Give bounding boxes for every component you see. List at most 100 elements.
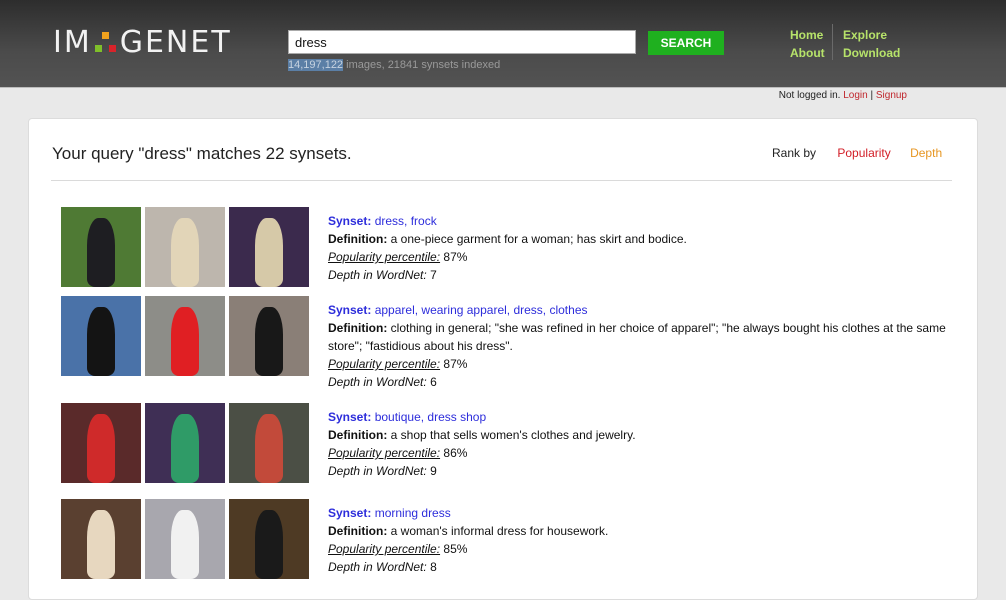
popularity-label[interactable]: Popularity percentile: (328, 542, 440, 556)
nav-explore-link[interactable]: Explore (843, 26, 900, 44)
rank-by-label: Rank by (772, 146, 817, 160)
rank-by-controls: Rank by Popularity Depth (772, 146, 942, 160)
result-thumbnail[interactable] (229, 207, 309, 287)
nav-about-link[interactable]: About (790, 44, 825, 62)
nav-right: Explore Download (843, 26, 900, 62)
login-separator: | (867, 90, 876, 101)
index-stats: 14,197,122 images, 21841 synsets indexed (288, 59, 500, 71)
thumbnail-figure (170, 218, 200, 287)
thumbnail-figure (254, 218, 284, 287)
result-thumbnails (61, 499, 309, 579)
thumbnail-figure (86, 414, 116, 483)
nav-download-link[interactable]: Download (843, 44, 900, 62)
definition-text: a shop that sells women's clothes and je… (390, 428, 636, 442)
top-header: IM GENET SEARCH 14,197,122 images, 21841… (0, 0, 1006, 88)
definition-line: Definition: a woman's informal dress for… (328, 522, 958, 540)
logo-mark-icon (94, 28, 117, 56)
popularity-value: 87% (443, 357, 468, 371)
header-divider (51, 180, 952, 181)
depth-label: Depth in WordNet: (328, 375, 427, 389)
signup-link[interactable]: Signup (876, 90, 907, 101)
result-thumbnail[interactable] (145, 296, 225, 376)
thumbnail-figure (86, 307, 116, 376)
stats-rest: images, 21841 synsets indexed (343, 59, 501, 71)
rank-popularity-link[interactable]: Popularity (837, 146, 890, 160)
search-input[interactable] (288, 30, 636, 54)
result-thumbnail[interactable] (145, 499, 225, 579)
result-thumbnail[interactable] (145, 207, 225, 287)
nav-left: Home About (790, 26, 825, 62)
synset-label[interactable]: Synset: (328, 303, 371, 317)
popularity-label[interactable]: Popularity percentile: (328, 446, 440, 460)
definition-text: a one-piece garment for a woman; has ski… (390, 232, 687, 246)
thumbnail-figure (170, 414, 200, 483)
result-thumbnail[interactable] (145, 403, 225, 483)
thumbnail-figure (254, 307, 284, 376)
result-thumbnails (61, 403, 309, 483)
result-thumbnail[interactable] (229, 296, 309, 376)
depth-value: 8 (430, 560, 437, 574)
depth-line: Depth in WordNet: 7 (328, 266, 958, 284)
login-link[interactable]: Login (843, 90, 867, 101)
popularity-value: 86% (443, 446, 468, 460)
synset-line: Synset: morning dress (328, 504, 958, 522)
popularity-label[interactable]: Popularity percentile: (328, 357, 440, 371)
logo-text-left: IM (53, 24, 92, 60)
image-count: 14,197,122 (288, 59, 344, 71)
synset-link[interactable]: dress, frock (375, 214, 437, 228)
login-status: Not logged in. Login | Signup (779, 90, 907, 101)
definition-line: Definition: a shop that sells women's cl… (328, 426, 958, 444)
thumbnail-figure (86, 218, 116, 287)
result-thumbnails (61, 296, 309, 376)
thumbnail-figure (86, 510, 116, 579)
thumbnail-figure (170, 510, 200, 579)
definition-label: Definition: (328, 232, 388, 246)
result-info: Synset: morning dress Definition: a woman… (328, 504, 958, 576)
depth-line: Depth in WordNet: 6 (328, 373, 958, 391)
result-thumbnail[interactable] (61, 499, 141, 579)
nav-divider (832, 24, 833, 60)
popularity-line: Popularity percentile: 87% (328, 248, 958, 266)
synset-line: Synset: dress, frock (328, 212, 958, 230)
synset-label[interactable]: Synset: (328, 506, 371, 520)
result-thumbnail[interactable] (61, 296, 141, 376)
definition-label: Definition: (328, 428, 388, 442)
synset-line: Synset: apparel, wearing apparel, dress,… (328, 301, 958, 319)
definition-line: Definition: a one-piece garment for a wo… (328, 230, 958, 248)
popularity-value: 85% (443, 542, 468, 556)
results-panel: Your query "dress" matches 22 synsets. R… (28, 118, 978, 600)
popularity-line: Popularity percentile: 85% (328, 540, 958, 558)
depth-label: Depth in WordNet: (328, 464, 427, 478)
search-button[interactable]: SEARCH (648, 31, 724, 55)
depth-line: Depth in WordNet: 9 (328, 462, 958, 480)
thumbnail-figure (254, 510, 284, 579)
imagenet-logo[interactable]: IM GENET (53, 22, 232, 62)
thumbnail-figure (254, 414, 284, 483)
definition-label: Definition: (328, 321, 388, 335)
login-status-text: Not logged in. (778, 90, 841, 101)
synset-label[interactable]: Synset: (328, 214, 371, 228)
query-summary: Your query "dress" matches 22 synsets. (52, 144, 352, 163)
result-thumbnails (61, 207, 309, 287)
definition-text: a woman's informal dress for housework. (390, 524, 609, 538)
synset-link[interactable]: morning dress (375, 506, 451, 520)
result-thumbnail[interactable] (61, 207, 141, 287)
synset-link[interactable]: apparel, wearing apparel, dress, clothes (375, 303, 588, 317)
thumbnail-figure (170, 307, 200, 376)
synset-link[interactable]: boutique, dress shop (375, 410, 486, 424)
synset-label[interactable]: Synset: (328, 410, 371, 424)
popularity-line: Popularity percentile: 86% (328, 444, 958, 462)
result-thumbnail[interactable] (229, 403, 309, 483)
popularity-value: 87% (443, 250, 468, 264)
result-thumbnail[interactable] (61, 403, 141, 483)
depth-value: 7 (430, 268, 437, 282)
result-thumbnail[interactable] (229, 499, 309, 579)
popularity-line: Popularity percentile: 87% (328, 355, 958, 373)
definition-text: clothing in general; "she was refined in… (328, 321, 946, 353)
depth-value: 9 (430, 464, 437, 478)
popularity-label[interactable]: Popularity percentile: (328, 250, 440, 264)
result-info: Synset: dress, frock Definition: a one-pi… (328, 212, 958, 284)
rank-depth-link[interactable]: Depth (910, 146, 942, 160)
definition-line: Definition: clothing in general; "she wa… (328, 319, 958, 355)
nav-home-link[interactable]: Home (790, 26, 823, 44)
